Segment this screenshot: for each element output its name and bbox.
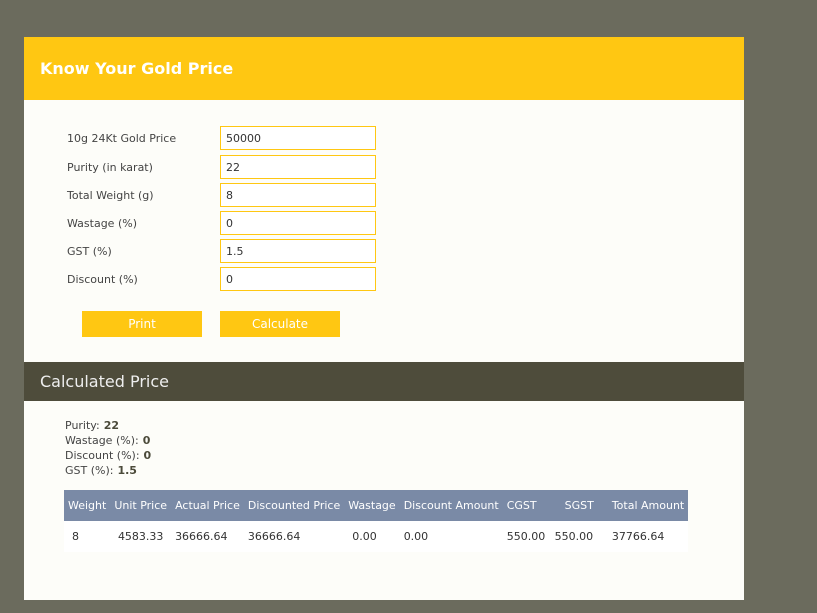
cell-weight: 8 — [72, 530, 79, 543]
cell-cgst: 550.00 — [506, 530, 546, 543]
cell-sgst: 550.00 — [554, 530, 594, 543]
result-summary: Purity: 22 Wastage (%): 0 Discount (%): 0 G… — [65, 418, 151, 478]
field-row-gst: GST (%) — [67, 239, 387, 263]
calculator-card: Know Your Gold Price 10g 24Kt Gold Price… — [24, 37, 744, 600]
table-header-row: Weight Unit Price Actual Price Discounte… — [64, 490, 689, 521]
col-cgst: CGST — [506, 499, 537, 512]
cell-discounted-price: 36666.64 — [247, 530, 301, 543]
result-table: Weight Unit Price Actual Price Discounte… — [64, 490, 689, 552]
cell-unit-price: 4583.33 — [117, 530, 164, 543]
cell-actual-price: 36666.64 — [175, 530, 228, 543]
summary-purity: Purity: 22 — [65, 419, 120, 432]
result-title: Calculated Price — [40, 372, 169, 391]
summary-discount: Discount (%): 0 — [65, 449, 152, 462]
col-total-amount: Total Amount — [611, 499, 685, 512]
wastage-label: Wastage (%) — [67, 217, 137, 230]
gold-price-input[interactable] — [220, 126, 376, 150]
col-discount-amount: Discount Amount — [403, 499, 499, 512]
col-weight: Weight — [68, 499, 107, 512]
col-actual-price: Actual Price — [175, 499, 240, 512]
result-header-bar: Calculated Price — [24, 362, 744, 401]
weight-label: Total Weight (g) — [67, 189, 154, 202]
page-title: Know Your Gold Price — [40, 59, 234, 78]
cell-discount-amount: 0.00 — [403, 530, 429, 543]
col-unit-price: Unit Price — [114, 499, 168, 512]
table-row: 8 4583.33 36666.64 36666.64 0.00 0.00 55… — [64, 521, 688, 552]
field-row-wastage: Wastage (%) — [67, 211, 387, 235]
purity-label: Purity (in karat) — [67, 161, 153, 174]
field-row-weight: Total Weight (g) — [67, 183, 387, 207]
gst-label: GST (%) — [67, 245, 112, 258]
col-discounted-price: Discounted Price — [247, 499, 341, 512]
col-wastage: Wastage — [348, 499, 396, 512]
summary-gst: GST (%): 1.5 — [65, 464, 137, 477]
gold-price-label: 10g 24Kt Gold Price — [67, 132, 177, 145]
cell-wastage: 0.00 — [352, 530, 377, 543]
discount-input[interactable] — [220, 267, 376, 291]
purity-input[interactable] — [220, 155, 376, 179]
summary-wastage: Wastage (%): 0 — [65, 434, 151, 447]
wastage-input[interactable] — [220, 211, 376, 235]
calculate-button[interactable]: Calculate — [220, 311, 340, 337]
field-row-gold-price: 10g 24Kt Gold Price — [67, 126, 387, 150]
header-bar: Know Your Gold Price — [24, 37, 744, 100]
field-row-discount: Discount (%) — [67, 267, 387, 291]
gst-input[interactable] — [220, 239, 376, 263]
cell-total-amount: 37766.64 — [611, 530, 665, 543]
weight-input[interactable] — [220, 183, 376, 207]
print-button[interactable]: Print — [82, 311, 202, 337]
discount-label: Discount (%) — [67, 273, 138, 286]
col-sgst: SGST — [564, 499, 594, 512]
field-row-purity: Purity (in karat) — [67, 155, 387, 179]
